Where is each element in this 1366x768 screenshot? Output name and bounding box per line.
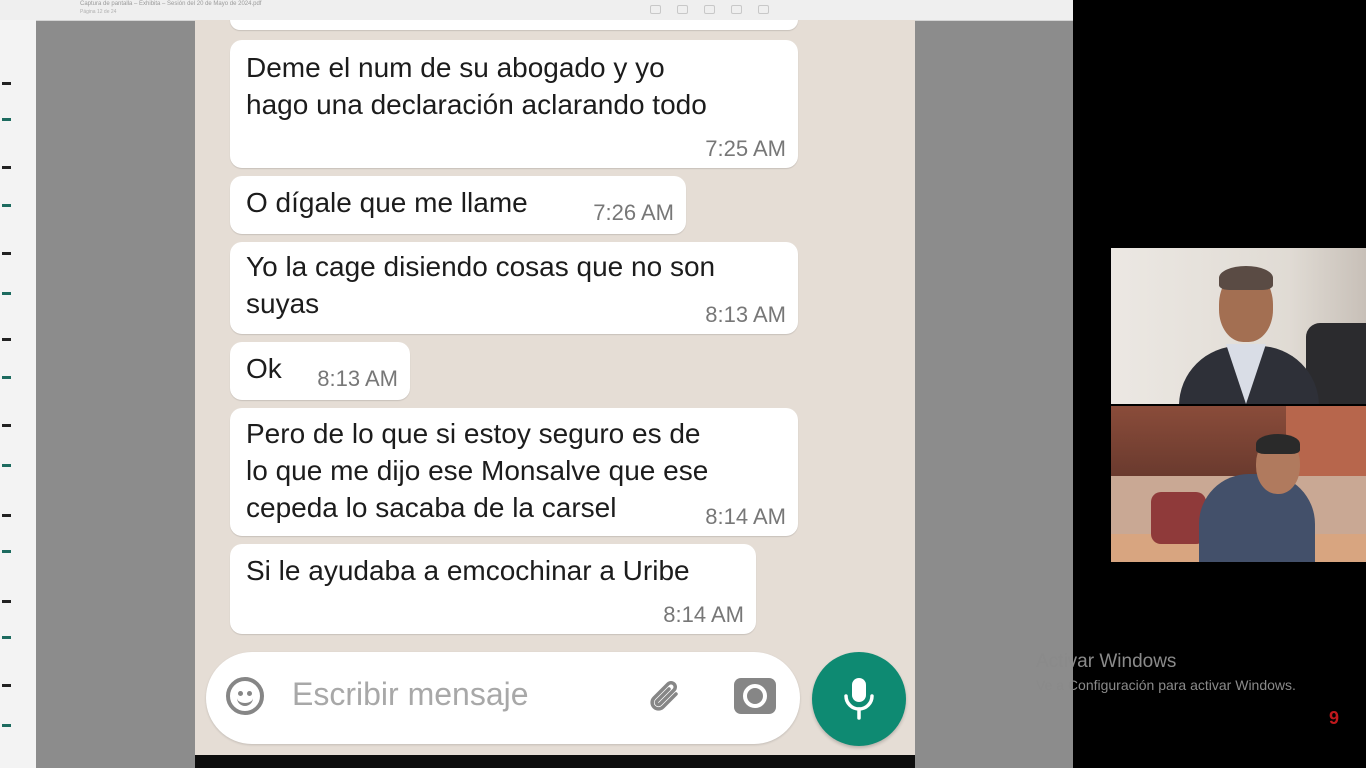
camera-icon[interactable]: [734, 678, 776, 714]
thumbnail-mark: [2, 292, 11, 295]
message-text: Ok: [246, 353, 282, 384]
message-text: Si le ayudaba a emcochinar a Uribe: [246, 555, 690, 586]
toolbar-icon[interactable]: [758, 5, 769, 14]
thumbnail-mark: [2, 166, 11, 169]
microphone-button[interactable]: [812, 652, 906, 746]
thumbnail-strip[interactable]: [0, 20, 36, 768]
thumbnail-mark: [2, 118, 11, 121]
thumbnail-mark: [2, 376, 11, 379]
toolbar-icon[interactable]: [650, 5, 661, 14]
toolbar-icon[interactable]: [704, 5, 715, 14]
chat-screenshot-page: Deme el num de su abogado y yo hago una …: [195, 20, 915, 755]
message-text: hago una declaración aclarando todo: [246, 89, 707, 120]
corner-logo-icon: 9: [1329, 708, 1340, 728]
document-page-info: Página 12 de 24: [80, 9, 117, 15]
message-text: suyas: [246, 288, 320, 319]
thumbnail-mark: [2, 724, 11, 727]
page-bottom-edge: [195, 755, 915, 768]
message-bubble: Yo la cage disiendo cosas que no son suy…: [230, 242, 798, 334]
thumbnail-mark: [2, 514, 11, 517]
document-title: Captura de pantalla – Exhibita – Sesión …: [80, 1, 262, 7]
message-text: Yo la cage disiendo cosas que no son: [246, 251, 716, 282]
toolbar-icon[interactable]: [731, 5, 742, 14]
thumbnail-mark: [2, 424, 11, 427]
thumbnail-mark: [2, 550, 11, 553]
message-text: Deme el num de su abogado y yo: [246, 52, 665, 83]
message-text: Pero de lo que si estoy seguro es de: [246, 418, 701, 449]
message-time: 7:26 AM: [593, 200, 674, 225]
message-composer[interactable]: Escribir mensaje: [206, 652, 800, 744]
thumbnail-mark: [2, 338, 11, 341]
pdf-viewer-window: Captura de pantalla – Exhibita – Sesión …: [0, 0, 1073, 768]
message-bubble: Ok 8:13 AM: [230, 342, 410, 400]
paperclip-icon[interactable]: [646, 678, 686, 718]
message-bubble: Deme el num de su abogado y yo hago una …: [230, 40, 798, 168]
thumbnail-mark: [2, 600, 11, 603]
message-text: lo que me dijo ese Monsalve que ese: [246, 455, 709, 486]
thumbnail-mark: [2, 636, 11, 639]
toolbar-icon[interactable]: [677, 5, 688, 14]
message-time: 7:25 AM: [705, 136, 786, 161]
emoji-icon[interactable]: [226, 677, 264, 715]
message-text: O dígale que me llame: [246, 187, 528, 218]
message-time: 8:14 AM: [705, 504, 786, 529]
message-input-placeholder[interactable]: Escribir mensaje: [292, 676, 529, 713]
message-bubble: Si le ayudaba a emcochinar a Uribe 8:14 …: [230, 544, 756, 634]
toolbar-icons: [650, 5, 769, 14]
windows-activation-subtitle: Ve a Configuración para activar Windows.: [1036, 677, 1296, 693]
message-time: 8:14 AM: [663, 602, 744, 627]
viewer-titlebar: Captura de pantalla – Exhibita – Sesión …: [0, 0, 1073, 21]
thumbnail-mark: [2, 82, 11, 85]
message-bubble: O dígale que me llame 7:26 AM: [230, 176, 686, 234]
thumbnail-mark: [2, 684, 11, 687]
participant-video-tile[interactable]: [1111, 248, 1366, 404]
message-time: 8:13 AM: [705, 302, 786, 327]
message-bubble: Pero de lo que si estoy seguro es de lo …: [230, 408, 798, 536]
microphone-icon: [844, 678, 874, 720]
message-time: 8:13 AM: [317, 366, 398, 391]
windows-activation-title: Activar Windows: [1036, 651, 1177, 672]
message-bubble-partial: [230, 20, 798, 30]
thumbnail-mark: [2, 204, 11, 207]
thumbnail-mark: [2, 252, 11, 255]
message-text: cepeda lo sacaba de la carsel: [246, 492, 617, 523]
participant-video-tile[interactable]: [1111, 406, 1366, 562]
thumbnail-mark: [2, 464, 11, 467]
